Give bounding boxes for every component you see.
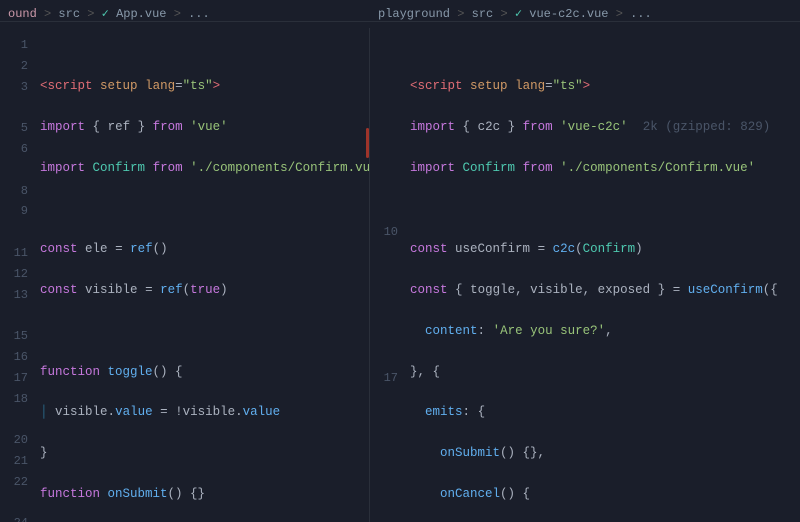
tab-left: ound > src > ✓ App.vue > ... [0, 6, 370, 22]
tab-bar: ound > src > ✓ App.vue > ... playground … [0, 0, 800, 28]
editor-container: ound > src > ✓ App.vue > ... playground … [0, 0, 800, 522]
tab-right: playground > src > ✓ vue-c2c.vue > ... [370, 6, 800, 22]
right-pane: 10 17 <script setup lang="ts"> import { … [370, 28, 800, 522]
left-pane: 1 2 3 5 6 8 9 11 12 13 15 16 17 [0, 28, 370, 522]
left-code: <script setup lang="ts"> import { ref } … [36, 28, 369, 522]
breadcrumb-right: playground > src > ✓ vue-c2c.vue > ... [378, 6, 652, 21]
right-line-numbers: 10 17 [370, 28, 406, 522]
breadcrumb-left: ound > src > ✓ App.vue > ... [8, 6, 210, 21]
left-line-numbers: 1 2 3 5 6 8 9 11 12 13 15 16 17 [0, 28, 36, 522]
right-code: <script setup lang="ts"> import { c2c } … [406, 28, 800, 522]
code-area: 1 2 3 5 6 8 9 11 12 13 15 16 17 [0, 28, 800, 522]
